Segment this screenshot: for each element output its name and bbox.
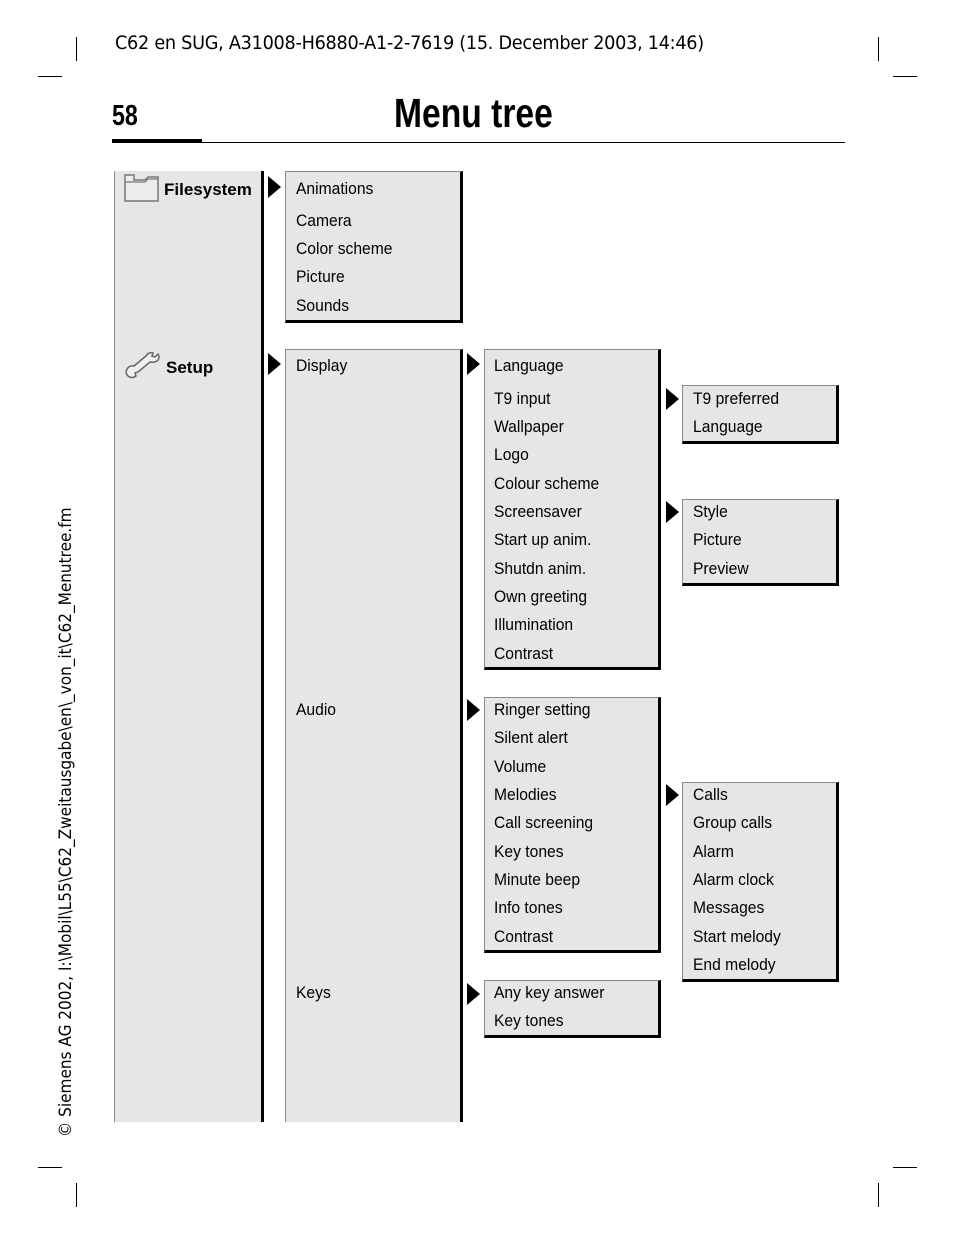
menu-item[interactable]: Group calls	[693, 813, 772, 833]
menu-item[interactable]: T9 input	[494, 389, 551, 409]
crop-mark	[76, 1183, 77, 1207]
menu-item[interactable]: Melodies	[494, 785, 557, 805]
submenu-arrow-icon	[467, 353, 480, 375]
menu-item[interactable]: Screensaver	[494, 502, 582, 522]
wrench-icon	[124, 352, 162, 385]
main-menu-column	[114, 171, 264, 1122]
crop-mark	[878, 1183, 879, 1207]
menu-item[interactable]: Alarm clock	[693, 870, 774, 890]
menu-item[interactable]: Key tones	[494, 1011, 564, 1031]
menu-item[interactable]: Alarm	[693, 842, 734, 862]
menu-item[interactable]: Volume	[494, 757, 546, 777]
submenu-arrow-icon	[666, 388, 679, 410]
menu-item[interactable]: Ringer setting	[494, 700, 590, 720]
crop-mark	[878, 37, 879, 61]
menu-item[interactable]: Silent alert	[494, 728, 568, 748]
menu-item[interactable]: End melody	[693, 955, 776, 975]
menu-item[interactable]: Colour scheme	[494, 474, 599, 494]
copyright-note: © Siemens AG 2002, I:\Mobil\L55\C62_Zwei…	[56, 507, 76, 1138]
submenu-arrow-icon	[666, 501, 679, 523]
submenu-arrow-icon	[268, 176, 281, 198]
menu-item-audio[interactable]: Audio	[296, 700, 336, 720]
submenu-arrow-icon	[268, 353, 281, 375]
folder-icon	[124, 174, 160, 207]
crop-mark	[893, 76, 917, 77]
header-rule-accent	[112, 139, 202, 143]
submenu-arrow-icon	[467, 699, 480, 721]
submenu-arrow-icon	[666, 784, 679, 806]
menu-item[interactable]: Start melody	[693, 927, 781, 947]
menu-item[interactable]: Logo	[494, 445, 529, 465]
menu-item[interactable]: Sounds	[296, 296, 349, 316]
menu-item[interactable]: Minute beep	[494, 870, 580, 890]
document-info: C62 en SUG, A31008-H6880-A1-2-7619 (15. …	[115, 32, 704, 54]
crop-mark	[893, 1167, 917, 1168]
crop-mark	[38, 76, 62, 77]
menu-item[interactable]: Contrast	[494, 644, 553, 664]
menu-item[interactable]: Info tones	[494, 898, 563, 918]
header-rule	[112, 142, 845, 143]
setup-submenu	[285, 349, 463, 1122]
menu-item[interactable]: T9 preferred	[693, 389, 779, 409]
menu-item[interactable]: Picture	[296, 267, 345, 287]
menu-item[interactable]: Animations	[296, 179, 373, 199]
menu-item[interactable]: Illumination	[494, 615, 573, 635]
menu-item-display[interactable]: Display	[296, 356, 347, 376]
crop-mark	[38, 1167, 62, 1168]
menu-item[interactable]: Language	[494, 356, 564, 376]
menu-item[interactable]: Contrast	[494, 927, 553, 947]
menu-item[interactable]: Picture	[693, 530, 742, 550]
menu-item-keys[interactable]: Keys	[296, 983, 331, 1003]
menu-item[interactable]: Start up anim.	[494, 530, 591, 550]
submenu-arrow-icon	[467, 983, 480, 1005]
menu-item[interactable]: Any key answer	[494, 983, 604, 1003]
crop-mark	[76, 37, 77, 61]
menu-item[interactable]: Call screening	[494, 813, 593, 833]
menu-item[interactable]: Preview	[693, 559, 749, 579]
menu-item[interactable]: Own greeting	[494, 587, 587, 607]
menu-filesystem[interactable]: Filesystem	[164, 180, 252, 200]
menu-item[interactable]: Wallpaper	[494, 417, 564, 437]
menu-item[interactable]: Camera	[296, 211, 352, 231]
menu-item[interactable]: Shutdn anim.	[494, 559, 586, 579]
page-number: 58	[112, 100, 138, 132]
menu-item[interactable]: Messages	[693, 898, 764, 918]
menu-item[interactable]: Language	[693, 417, 763, 437]
menu-setup[interactable]: Setup	[166, 358, 213, 378]
menu-item[interactable]: Color scheme	[296, 239, 392, 259]
menu-item[interactable]: Style	[693, 502, 728, 522]
menu-item[interactable]: Key tones	[494, 842, 564, 862]
page-title: Menu tree	[394, 90, 553, 136]
menu-item[interactable]: Calls	[693, 785, 728, 805]
